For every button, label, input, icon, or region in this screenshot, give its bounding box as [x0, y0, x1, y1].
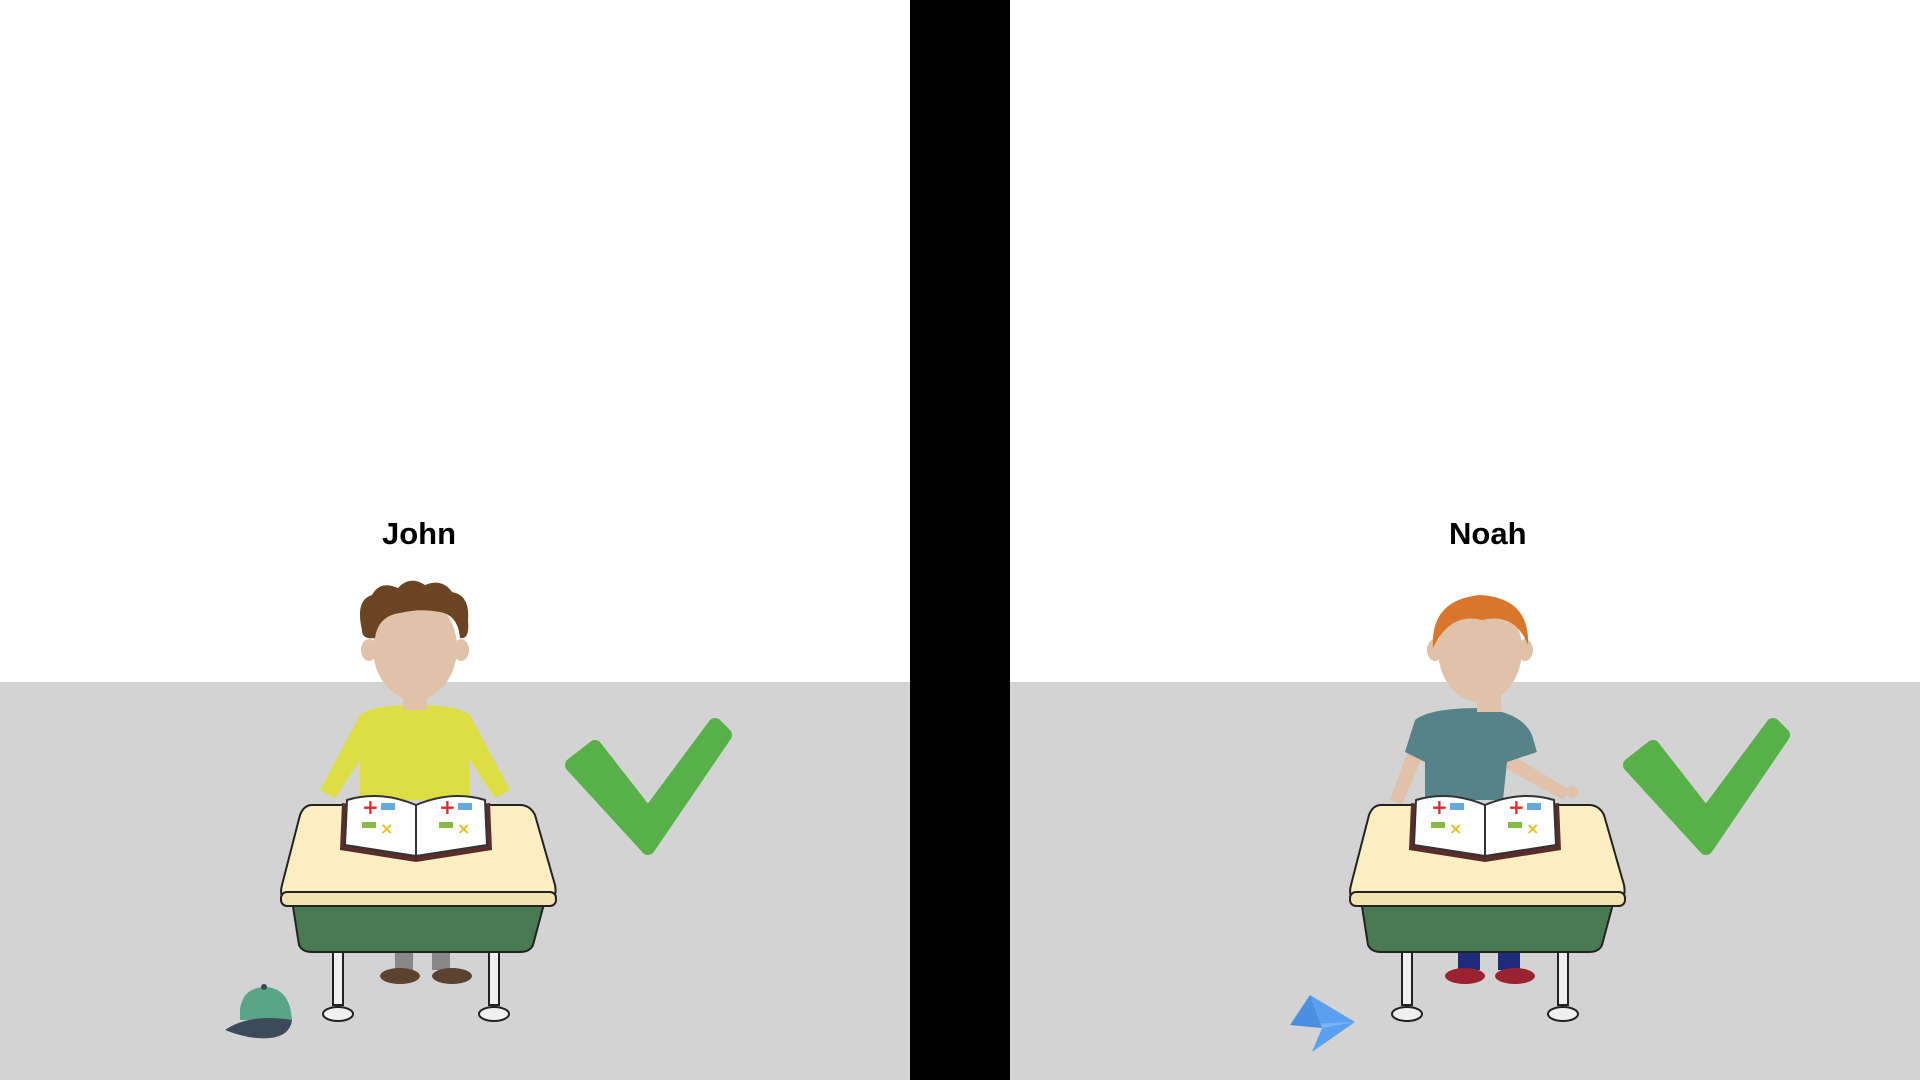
math-book-icon: + × + × [340, 795, 492, 862]
student-panel-john: John + × + × [0, 0, 910, 1080]
noah-scene: + × + × [1290, 595, 1790, 1052]
student-panel-noah: Noah + × + × [1010, 0, 1920, 1080]
svg-text:+: + [1431, 795, 1448, 819]
checkmark-icon [1623, 718, 1790, 855]
svg-text:+: + [1508, 795, 1525, 819]
baseball-cap-icon [225, 984, 292, 1039]
svg-text:+: + [362, 795, 379, 819]
math-book-icon: + × + × [1409, 795, 1561, 862]
svg-text:+: + [439, 795, 456, 819]
svg-text:×: × [457, 819, 470, 838]
svg-text:×: × [380, 819, 393, 838]
john-scene: + × + × [225, 580, 732, 1039]
paper-airplane-icon [1290, 995, 1355, 1052]
svg-text:×: × [1526, 819, 1539, 838]
svg-text:×: × [1449, 819, 1462, 838]
checkmark-icon [565, 718, 732, 855]
panel-divider [910, 0, 1010, 1080]
